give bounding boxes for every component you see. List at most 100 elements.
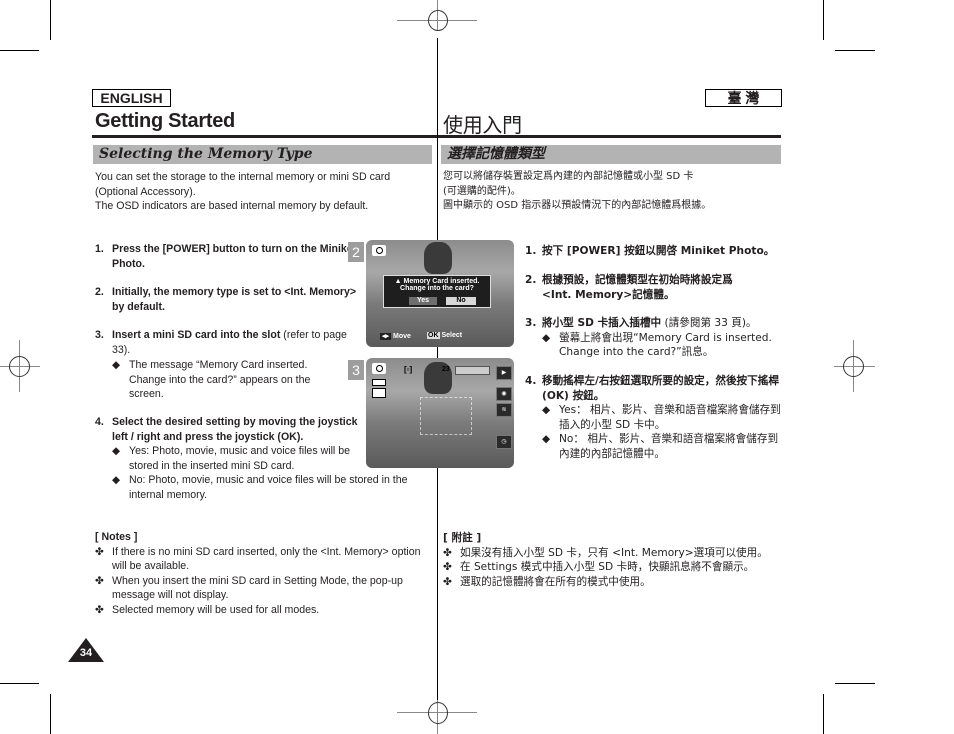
shot-counter: 23 — [442, 366, 450, 373]
camera-mode-icon — [372, 245, 386, 256]
note-item: ✤ 在 Settings 模式中插入小型 SD 卡時，快顯訊息將不會顯示。 — [443, 560, 788, 575]
bullet-item: ◆ The message “Memory Card inserted. Chan… — [95, 358, 329, 402]
crop-mark — [50, 0, 51, 40]
dialog-no-button[interactable]: No — [446, 297, 476, 305]
battery-icon — [455, 366, 490, 375]
step-text: Select the desired setting by moving the… — [112, 416, 358, 443]
bullet-item: ◆ No: Photo, movie, music and voice files… — [95, 473, 429, 502]
step-number: 4. — [525, 375, 537, 387]
step-text: 根據預設，記憶體類型在初始時將設定爲 <Int. Memory>記憶體。 — [542, 274, 733, 301]
step-number: 1. — [525, 245, 537, 257]
crop-mark — [823, 694, 824, 734]
memory-card-dialog: ▲ Memory Card inserted. Change into the … — [383, 275, 491, 308]
note-text: 在 Settings 模式中插入小型 SD 卡時，快顯訊息將不會顯示。 — [460, 561, 755, 573]
intro-line: (Optional Accessory). — [95, 185, 196, 198]
screenshot-number-badge: 2 — [348, 242, 364, 262]
note-text: When you insert the mini SD card in Sett… — [112, 574, 403, 602]
step-1-zh: 1. 按下 [POWER] 按鈕以開啓 Miniket Photo。 — [525, 244, 781, 259]
intro-line: 您可以將儲存裝置設定爲內建的內部記憶體或小型 SD 卡 — [443, 171, 694, 182]
page-title-en: Getting Started — [95, 110, 235, 132]
section-title: Selecting the Memory Type — [99, 146, 313, 162]
note-item: ✤ If there is no mini SD card inserted, o… — [95, 545, 435, 574]
bullet-text: Yes： 相片、影片、音樂和語音檔案將會儲存到插入的小型 SD 卡中。 — [559, 404, 781, 431]
intro-line: The OSD indicators are based internal me… — [95, 200, 369, 212]
camera-mode-icon — [372, 363, 386, 374]
step-text: Insert a mini SD card into the slot — [112, 329, 281, 341]
diamond-bullet-icon: ◆ — [112, 445, 121, 457]
note-bullet-icon: ✤ — [95, 574, 104, 587]
page-title-zh: 使用入門 — [443, 113, 522, 137]
section-title: 選擇記憶體類型 — [447, 146, 545, 162]
bullet-item: ◆ Yes： 相片、影片、音樂和語音檔案將會儲存到插入的小型 SD 卡中。 — [525, 403, 781, 432]
camera-screen-preview: [▫] 23 ▶ ◉ ≋ ◷ — [366, 358, 514, 468]
title-rule — [438, 135, 781, 138]
step-3-zh: 3. 將小型 SD 卡插入插槽中 (請參閱第 33 頁)。 ◆ 螢幕上將會出現“M… — [525, 316, 781, 360]
step-text: Initially, the memory type is set to <In… — [112, 286, 357, 313]
select-hint: OK Select — [427, 332, 463, 339]
bullet-text: 螢幕上將會出現“Memory Card is inserted. Change … — [559, 331, 772, 359]
step-number: 3. — [95, 329, 104, 341]
note-item: ✤ When you insert the mini SD card in Set… — [95, 574, 435, 603]
bullet-text: No： 相片、影片、音樂和語音檔案將會儲存到內建的內部記憶體中。 — [559, 433, 779, 460]
dialog-message: ▲ Memory Card inserted. — [394, 278, 480, 285]
note-bullet-icon: ✤ — [443, 546, 452, 559]
diamond-bullet-icon: ◆ — [112, 474, 121, 486]
crop-mark — [0, 50, 39, 51]
screenshot-number-badge: 3 — [348, 360, 364, 380]
intro-zh: 您可以將儲存裝置設定爲內建的內部記憶體或小型 SD 卡 (可選購的配件)。 圖中… — [443, 170, 783, 214]
dialog-yes-button[interactable]: Yes — [409, 297, 437, 305]
section-header-en: Selecting the Memory Type — [93, 145, 432, 164]
crop-mark — [0, 683, 39, 684]
bullet-item: ◆ No： 相片、影片、音樂和語音檔案將會儲存到內建的內部記憶體中。 — [525, 432, 781, 461]
step-4-en: 4. Select the desired setting by moving … — [95, 415, 408, 502]
joystick-lr-icon: ◂▸ — [380, 333, 392, 340]
ok-button-icon: OK — [427, 332, 440, 339]
intro-line: (可選購的配件)。 — [443, 185, 521, 197]
focus-mode-icon: [▫] — [404, 365, 413, 374]
dialog-message: Change into the card? — [400, 285, 474, 292]
step-number: 3. — [525, 317, 537, 329]
step-number: 1. — [95, 243, 104, 255]
playback-icon: ▶ — [496, 366, 512, 380]
bullet-item: ◆ Yes: Photo, movie, music and voice file… — [95, 444, 359, 473]
intro-line: 圖中顯示的 OSD 指示器以預設情況下的內部記憶體爲根據。 — [443, 200, 712, 211]
bullet-text: The message “Memory Card inserted. Chang… — [129, 359, 311, 400]
step-number: 2. — [95, 286, 104, 298]
note-text: If there is no mini SD card inserted, on… — [112, 545, 421, 573]
step-3-en: 3. Insert a mini SD card into the slot (… — [95, 328, 363, 402]
notes-zh: [ 附註 ] ✤ 如果沒有插入小型 SD 卡，只有 <Int. Memory>選項… — [443, 531, 788, 589]
intro-en: You can set the storage to the internal … — [95, 170, 435, 214]
resolution-icon — [372, 379, 386, 386]
step-text: 按下 [POWER] 按鈕以開啓 Miniket Photo。 — [542, 245, 775, 257]
diamond-bullet-icon: ◆ — [112, 359, 121, 371]
note-item: ✤ Selected memory will be used for all mo… — [95, 603, 435, 618]
crop-mark — [50, 694, 51, 734]
note-text: 選取的記憶體將會在所有的模式中使用。 — [460, 575, 651, 588]
move-hint: ◂▸ Move — [380, 333, 411, 340]
step-number: 2. — [525, 274, 537, 286]
language-label-taiwan: 臺 灣 — [705, 89, 782, 107]
white-balance-icon: ≋ — [496, 403, 512, 417]
page-number: 34 — [79, 647, 93, 659]
bullet-item: ◆ 螢幕上將會出現“Memory Card is inserted. Change… — [525, 331, 781, 360]
language-label-english: ENGLISH — [92, 89, 171, 107]
camera-screen-dialog: ▲ Memory Card inserted. Change into the … — [366, 240, 514, 347]
step-text-ref: (請參閱第 33 頁)。 — [661, 317, 757, 329]
registration-target-icon — [428, 702, 448, 724]
diamond-bullet-icon: ◆ — [542, 331, 551, 344]
step-4-zh: 4. 移動搖桿左/右按鈕選取所要的設定，然後按下搖桿 (OK) 按鈕。 ◆ Yes… — [525, 374, 781, 461]
crop-mark — [835, 683, 875, 684]
title-rule — [92, 135, 437, 138]
focus-frame — [420, 397, 472, 435]
note-bullet-icon: ✤ — [443, 575, 452, 588]
crop-mark — [835, 50, 875, 51]
diamond-bullet-icon: ◆ — [542, 404, 551, 416]
note-bullet-icon: ✤ — [443, 561, 452, 573]
step-1-en: 1. Press the [POWER] button to turn on t… — [95, 242, 363, 271]
note-text: Selected memory will be used for all mod… — [112, 603, 320, 616]
step-number: 4. — [95, 416, 104, 428]
quality-icon — [372, 388, 386, 398]
step-text: 移動搖桿左/右按鈕選取所要的設定，然後按下搖桿 (OK) 按鈕。 — [542, 375, 779, 402]
registration-target-icon — [428, 10, 448, 31]
registration-target-icon — [9, 356, 30, 377]
